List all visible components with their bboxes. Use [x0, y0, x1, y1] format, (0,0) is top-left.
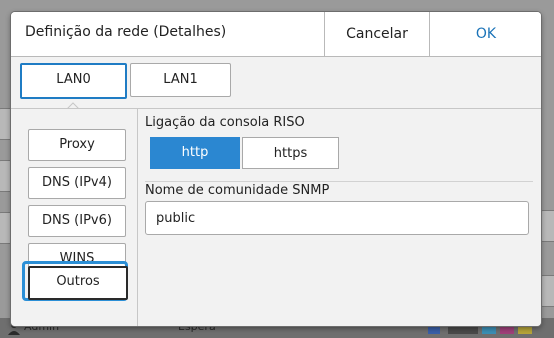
background-button [540, 275, 554, 307]
settings-content: Proxy DNS (IPv4) DNS (IPv6) WINS Outros … [11, 108, 541, 326]
dialog-title: Definição da rede (Detalhes) [25, 24, 227, 40]
riso-console-label: Ligação da consola RISO [145, 115, 305, 130]
background-button [540, 210, 554, 242]
snmp-community-label: Nome de comunidade SNMP [145, 183, 330, 198]
tab-lan0[interactable]: LAN0 [20, 63, 127, 99]
sidebar-item-dns-ipv6[interactable]: DNS (IPv6) [28, 205, 126, 237]
sidebar-item-dns-ipv4[interactable]: DNS (IPv4) [28, 167, 126, 199]
dialog-title-bar: Definição da rede (Detalhes) Cancelar OK [11, 12, 541, 57]
https-option-button[interactable]: https [242, 137, 339, 169]
sidebar-item-proxy[interactable]: Proxy [28, 129, 126, 161]
section-divider [145, 181, 533, 182]
snmp-community-field[interactable]: public [145, 201, 529, 235]
tab-lan1[interactable]: LAN1 [130, 63, 231, 97]
category-sidebar: Proxy DNS (IPv4) DNS (IPv6) WINS Outros [11, 109, 138, 326]
http-option-button[interactable]: http [150, 137, 240, 169]
ok-button[interactable]: OK [429, 12, 541, 56]
lan-tab-row: LAN0 LAN1 [11, 57, 541, 111]
sidebar-item-outros[interactable]: Outros [28, 266, 128, 300]
cancel-button[interactable]: Cancelar [324, 12, 429, 56]
network-details-dialog: Definição da rede (Detalhes) Cancelar OK… [11, 12, 541, 326]
